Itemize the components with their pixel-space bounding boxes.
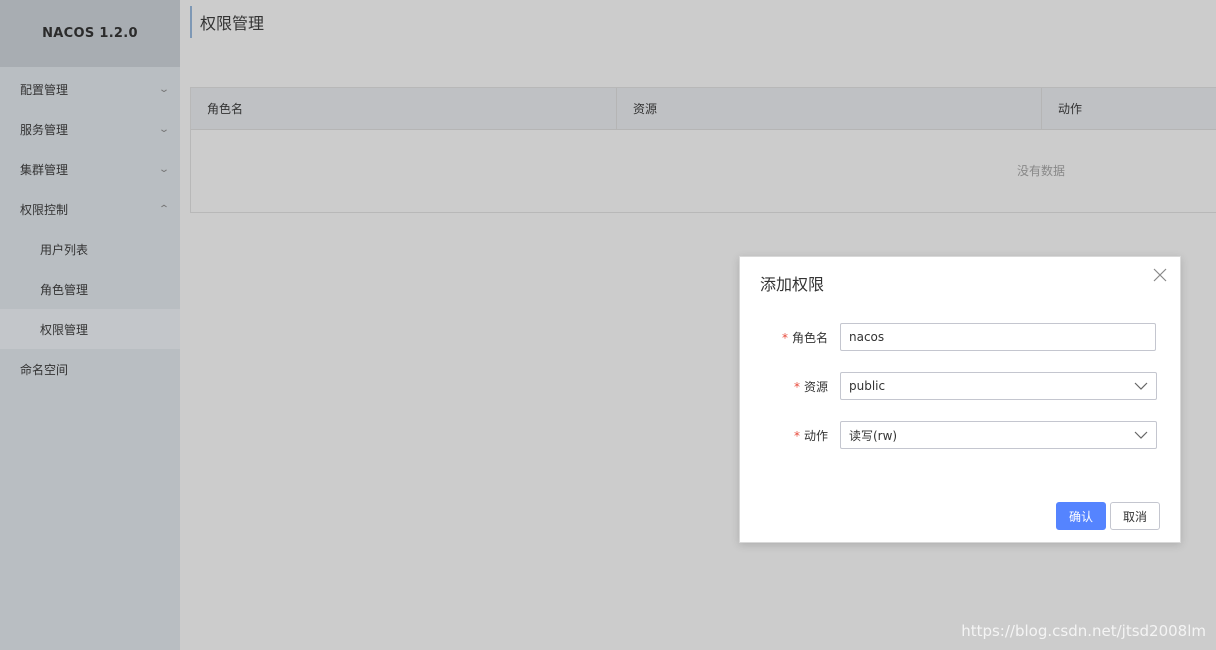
role-label: * 角色名 — [740, 329, 840, 346]
action-label-text: 动作 — [803, 428, 828, 443]
chevron-down-icon: ⌄ — [158, 123, 170, 135]
action-label: * 动作 — [740, 427, 840, 444]
sidebar-subitem-permission-management[interactable]: 权限管理 — [0, 309, 180, 349]
add-permission-dialog: 添加权限 * 角色名 nacos * 资源 public * 动作 读写(rw) 确认… — [739, 256, 1181, 543]
chevron-down-icon — [1134, 379, 1148, 393]
sidebar-item-label: 用户列表 — [40, 242, 89, 257]
chevron-up-icon: ⌃ — [158, 203, 170, 215]
sidebar-item-label: 权限控制 — [20, 202, 69, 217]
empty-state-text: 没有数据 — [1017, 164, 1066, 178]
column-header-resource: 资源 — [617, 88, 1042, 129]
sidebar-menu: 配置管理 ⌄ 服务管理 ⌄ 集群管理 ⌄ 权限控制 ⌃ 用户列表 角色管理 权限… — [0, 69, 180, 389]
sidebar-item-service[interactable]: 服务管理 ⌄ — [0, 109, 180, 149]
sidebar-item-label: 权限管理 — [40, 322, 89, 337]
column-header-role: 角色名 — [191, 88, 617, 129]
chevron-down-icon: ⌄ — [158, 83, 170, 95]
sidebar-item-cluster[interactable]: 集群管理 ⌄ — [0, 149, 180, 189]
role-label-text: 角色名 — [791, 330, 828, 345]
resource-select[interactable]: public — [840, 372, 1157, 400]
required-mark: * — [793, 379, 800, 394]
page-title: 权限管理 — [190, 6, 264, 38]
table-body: 没有数据 — [191, 130, 1216, 212]
sidebar-item-label: 命名空间 — [20, 362, 69, 377]
cancel-button[interactable]: 取消 — [1110, 502, 1160, 530]
sidebar-item-label: 配置管理 — [20, 82, 69, 97]
action-select-value: 读写(rw) — [849, 428, 898, 443]
role-name-value: nacos — [849, 330, 885, 344]
sidebar-item-config[interactable]: 配置管理 ⌄ — [0, 69, 180, 109]
action-select[interactable]: 读写(rw) — [840, 421, 1157, 449]
column-header-action: 动作 — [1058, 102, 1083, 116]
sidebar-subitem-role-management[interactable]: 角色管理 — [0, 269, 180, 309]
sidebar-item-label: 角色管理 — [40, 282, 89, 297]
required-mark: * — [781, 330, 788, 345]
permission-table: 角色名 资源 动作 没有数据 — [190, 87, 1216, 213]
sidebar-subitem-user-list[interactable]: 用户列表 — [0, 229, 180, 269]
dialog-title: 添加权限 — [760, 275, 825, 294]
chevron-down-icon: ⌄ — [158, 163, 170, 175]
table-header: 角色名 资源 动作 — [191, 88, 1216, 130]
sidebar-item-namespace[interactable]: 命名空间 — [0, 349, 180, 389]
app-logo: NACOS 1.2.0 — [0, 0, 180, 67]
form-row-role: * 角色名 nacos — [740, 323, 1180, 351]
resource-label-text: 资源 — [803, 379, 828, 394]
resource-select-value: public — [849, 379, 886, 393]
watermark-text: https://blog.csdn.net/jtsd2008lm — [961, 622, 1206, 640]
sidebar: NACOS 1.2.0 配置管理 ⌄ 服务管理 ⌄ 集群管理 ⌄ 权限控制 ⌃ … — [0, 0, 180, 650]
sidebar-item-label: 集群管理 — [20, 162, 69, 177]
close-icon[interactable] — [1152, 267, 1168, 283]
chevron-down-icon — [1134, 428, 1148, 442]
resource-label: * 资源 — [740, 378, 840, 395]
sidebar-item-label: 服务管理 — [20, 122, 69, 137]
confirm-button[interactable]: 确认 — [1056, 502, 1106, 530]
role-name-input[interactable]: nacos — [840, 323, 1156, 351]
form-row-resource: * 资源 public — [740, 372, 1180, 400]
required-mark: * — [793, 428, 800, 443]
form-row-action: * 动作 读写(rw) — [740, 421, 1180, 449]
sidebar-item-permission-control[interactable]: 权限控制 ⌃ — [0, 189, 180, 229]
